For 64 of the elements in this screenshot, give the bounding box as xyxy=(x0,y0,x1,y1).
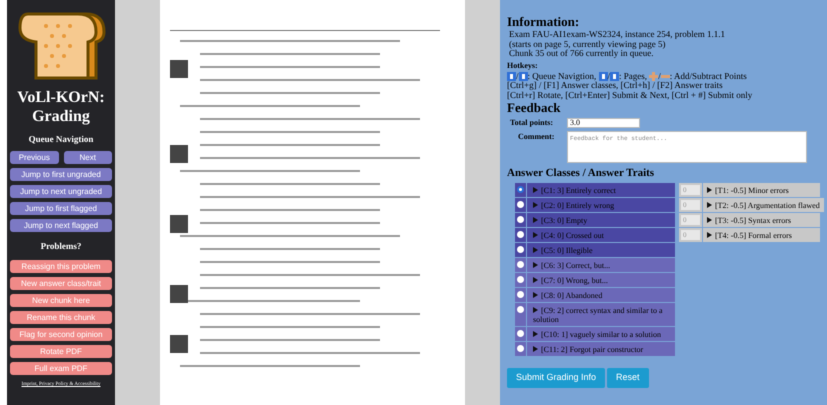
answer-class-row[interactable]: [C2: 0] Entirely wrong xyxy=(527,198,675,212)
answer-class-row[interactable]: [C3: 0] Empty xyxy=(527,213,675,227)
radio-button[interactable] xyxy=(517,276,524,283)
section-heading: Information: xyxy=(507,14,580,29)
hotkey-text: [Ctrl+r] Rotate, [Ctrl+Enter] Submit & Next, [Ctrl + #] Submit only xyxy=(507,90,754,100)
radio-button[interactable] xyxy=(517,246,524,253)
answer-class-row[interactable]: [C8: 0] Abandoned xyxy=(527,288,675,302)
problem-button[interactable]: New answer class/trait xyxy=(10,277,112,290)
radio-button[interactable] xyxy=(517,231,524,238)
section-heading: Queue Navigtion xyxy=(28,134,94,145)
answer-class-row[interactable]: [C6: 3] Correct, but... xyxy=(527,258,675,272)
expand-triangle-icon[interactable] xyxy=(707,202,712,208)
hotkey-text: / xyxy=(608,72,610,81)
app-title: VoLl-KOrN: Grading xyxy=(16,88,106,126)
section-heading: Problems? xyxy=(40,241,82,252)
answer-class-row[interactable]: [C1: 3] Entirely correct xyxy=(527,183,675,197)
answer-class-row[interactable]: [C9: 2] correct syntax and similar to a solution xyxy=(527,303,675,326)
hotkeys-heading: Hotkeys: xyxy=(507,60,539,70)
expand-triangle-icon[interactable] xyxy=(707,232,712,238)
problem-button[interactable]: Flag for second opinion xyxy=(10,328,112,341)
hotkey-text: : Pages, xyxy=(619,72,648,81)
problem-button[interactable]: Reassign this problem xyxy=(10,260,112,273)
form-button[interactable]: Submit Grading Info xyxy=(507,368,606,388)
problem-button[interactable]: Rotate PDF xyxy=(10,345,112,358)
info-line: Exam FAU-AI1exam-WS2324, instance 254, problem 1.1.1 xyxy=(509,30,726,40)
nav-button[interactable]: Previous xyxy=(10,151,58,164)
answer-class-row[interactable]: [C4: 0] Crossed out xyxy=(527,228,675,242)
form-button[interactable]: Reset xyxy=(607,368,649,388)
nav-button[interactable]: Jump to next flagged xyxy=(10,219,112,232)
radio-button[interactable] xyxy=(517,201,524,208)
expand-triangle-icon[interactable] xyxy=(707,186,712,192)
answer-class-row[interactable]: [C5: 0] Illegible xyxy=(527,243,675,257)
plus-key-icon xyxy=(649,72,658,81)
answer-class-row[interactable]: [C11: 2] Forgot pair constructor xyxy=(527,342,675,356)
nav-button[interactable]: Jump to next ungraded xyxy=(10,185,112,198)
total-points-field[interactable]: 3.0 xyxy=(567,118,640,128)
hotkey-text: / xyxy=(658,72,661,81)
nav-button[interactable]: Next xyxy=(64,151,112,164)
problem-button[interactable]: New chunk here xyxy=(10,294,112,307)
hotkey-text: : Queue Navigtion, xyxy=(528,72,598,81)
hotkey-text: : Add/Subtract Points xyxy=(670,72,747,81)
radio-button[interactable] xyxy=(517,261,524,268)
field-label: Total points: xyxy=(510,117,554,129)
radio-button[interactable] xyxy=(517,216,524,223)
section-heading: Feedback xyxy=(507,101,562,115)
answer-class-row[interactable]: [C10: 1] vaguely similar to a solution xyxy=(527,327,675,341)
nav-button[interactable]: Jump to first ungraded xyxy=(10,168,112,181)
info-line: (starts on page 5, currently viewing page 5) xyxy=(509,40,666,49)
problem-button[interactable]: Full exam PDF xyxy=(10,362,112,375)
section-heading: Answer Classes / Answer Traits xyxy=(507,167,656,180)
radio-button[interactable] xyxy=(517,330,524,337)
expand-triangle-icon[interactable] xyxy=(707,216,712,222)
problem-button[interactable]: Rename this chunk xyxy=(10,311,112,324)
radio-button[interactable] xyxy=(517,291,524,298)
radio-button[interactable] xyxy=(517,345,524,352)
hotkey-text: [Ctrl+g] / [F1] Answer classes, [Ctrl+h] / [F2] Answer traits xyxy=(507,81,724,90)
nav-button[interactable]: Jump to first flagged xyxy=(10,202,112,215)
answer-class-row[interactable]: [C7: 0] Wrong, but... xyxy=(527,273,675,287)
minus-key-icon xyxy=(660,74,670,78)
radio-button[interactable] xyxy=(517,186,524,193)
info-line: Chunk 35 out of 766 currently in queue. xyxy=(509,49,654,58)
field-label: Comment: xyxy=(517,131,556,143)
hotkey-text: / xyxy=(516,72,519,81)
radio-button[interactable] xyxy=(517,306,524,313)
